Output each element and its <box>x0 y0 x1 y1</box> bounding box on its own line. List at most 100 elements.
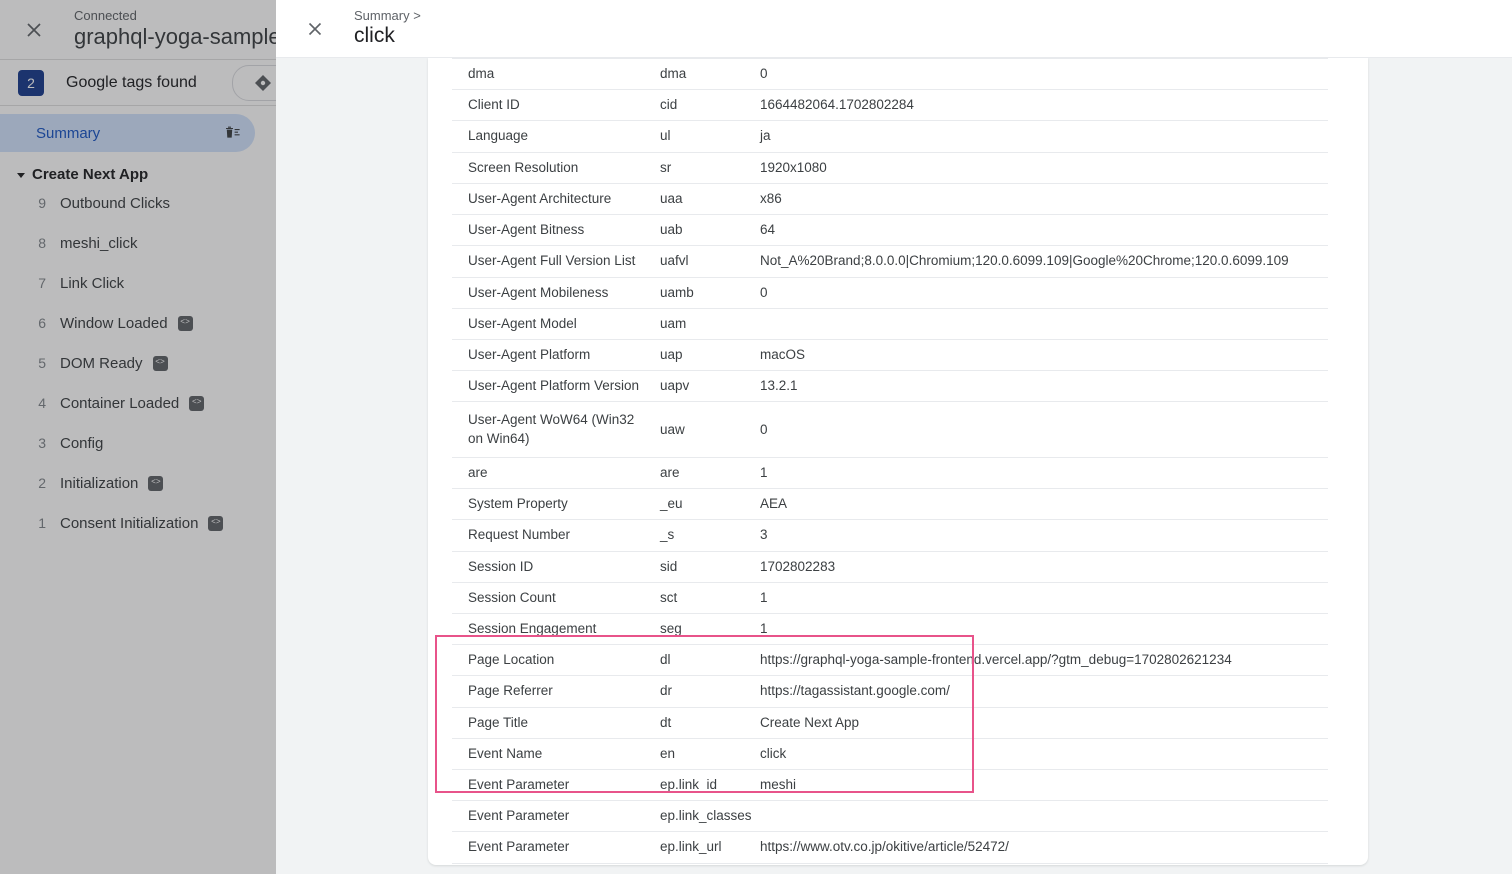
param-name: dma <box>452 59 652 90</box>
hit-detail-scroll-region[interactable]: dma dma 0 Client ID cid 1664482064.17028… <box>428 58 1368 865</box>
table-row: User-Agent Model uam <box>452 308 1328 339</box>
param-value: x86 <box>752 183 1328 214</box>
param-value <box>752 801 1328 832</box>
close-icon <box>306 20 324 38</box>
param-value: meshi <box>752 770 1328 801</box>
hit-parameters-table-body: dma dma 0 Client ID cid 1664482064.17028… <box>452 59 1328 866</box>
modal-close-button[interactable] <box>298 12 332 46</box>
param-name: System Property <box>452 489 652 520</box>
param-value: Not_A%20Brand;8.0.0.0|Chromium;120.0.609… <box>752 246 1328 277</box>
param-value: https://tagassistant.google.com/ <box>752 676 1328 707</box>
param-key: uapv <box>652 371 752 402</box>
param-key: ul <box>652 121 752 152</box>
table-row: Screen Resolution sr 1920x1080 <box>452 152 1328 183</box>
param-key: ep.link_url <box>652 832 752 863</box>
param-name: User-Agent Model <box>452 308 652 339</box>
param-value <box>752 308 1328 339</box>
table-row-highlighted: Event Name en click <box>452 738 1328 769</box>
table-row: User-Agent Full Version List uafvl Not_A… <box>452 246 1328 277</box>
param-value: ja <box>752 121 1328 152</box>
param-key: seg <box>652 613 752 644</box>
table-row: Language ul ja <box>452 121 1328 152</box>
param-value: click <box>752 738 1328 769</box>
table-row: Page Referrer dr https://tagassistant.go… <box>452 676 1328 707</box>
param-name: Event Parameter <box>452 801 652 832</box>
param-key: sid <box>652 551 752 582</box>
param-name: Session Count <box>452 582 652 613</box>
hit-detail-modal: Summary > click dma dma 0 Client ID cid <box>276 0 1512 874</box>
table-row: User-Agent Architecture uaa x86 <box>452 183 1328 214</box>
breadcrumb-parent[interactable]: Summary > <box>354 9 421 24</box>
param-name: Session Engagement <box>452 613 652 644</box>
param-key: dl <box>652 645 752 676</box>
table-row: Page Location dl https://graphql-yoga-sa… <box>452 645 1328 676</box>
param-name: Session ID <box>452 551 652 582</box>
param-key: are <box>652 457 752 488</box>
param-value: 0 <box>752 59 1328 90</box>
param-value: macOS <box>752 339 1328 370</box>
param-name: Language <box>452 121 652 152</box>
param-key: uaw <box>652 402 752 457</box>
table-row-highlighted: Event Parameter ep.link_id meshi <box>452 770 1328 801</box>
table-row-highlighted: Event Parameter ep.link_domain otv.co.jp <box>452 863 1328 865</box>
param-key: en <box>652 738 752 769</box>
param-value: 0 <box>752 277 1328 308</box>
param-name: Request Number <box>452 520 652 551</box>
breadcrumb: Summary > click <box>354 9 421 47</box>
param-key: cid <box>652 90 752 121</box>
table-row: Session Engagement seg 1 <box>452 613 1328 644</box>
param-value: 1702802283 <box>752 551 1328 582</box>
param-value: 0 <box>752 402 1328 457</box>
param-key: uam <box>652 308 752 339</box>
param-key: ep.link_domain <box>652 863 752 865</box>
table-row-highlighted: Event Parameter ep.link_url https://www.… <box>452 832 1328 863</box>
param-value: 13.2.1 <box>752 371 1328 402</box>
param-name: User-Agent Architecture <box>452 183 652 214</box>
param-key: dr <box>652 676 752 707</box>
param-name: User-Agent Bitness <box>452 215 652 246</box>
param-value: https://www.otv.co.jp/okitive/article/52… <box>752 832 1328 863</box>
param-value: otv.co.jp <box>752 863 1328 865</box>
param-value: 1920x1080 <box>752 152 1328 183</box>
table-row: User-Agent Platform uap macOS <box>452 339 1328 370</box>
param-key: dma <box>652 59 752 90</box>
param-value: 3 <box>752 520 1328 551</box>
param-name: Screen Resolution <box>452 152 652 183</box>
param-key: dt <box>652 707 752 738</box>
modal-body: dma dma 0 Client ID cid 1664482064.17028… <box>276 58 1512 874</box>
param-value: Create Next App <box>752 707 1328 738</box>
param-key: _eu <box>652 489 752 520</box>
param-value: 1664482064.1702802284 <box>752 90 1328 121</box>
param-value: https://graphql-yoga-sample-frontend.ver… <box>752 645 1328 676</box>
hit-parameters-table: dma dma 0 Client ID cid 1664482064.17028… <box>452 58 1328 865</box>
table-row-highlighted: Event Parameter ep.link_classes <box>452 801 1328 832</box>
param-name: Page Title <box>452 707 652 738</box>
page-title: click <box>354 24 421 48</box>
param-key: _s <box>652 520 752 551</box>
table-row: dma dma 0 <box>452 59 1328 90</box>
param-name: User-Agent Platform <box>452 339 652 370</box>
param-name: are <box>452 457 652 488</box>
param-key: sr <box>652 152 752 183</box>
param-key: ep.link_classes <box>652 801 752 832</box>
param-name: Page Referrer <box>452 676 652 707</box>
table-row: Request Number _s 3 <box>452 520 1328 551</box>
param-name: User-Agent Full Version List <box>452 246 652 277</box>
param-key: uamb <box>652 277 752 308</box>
param-name: User-Agent WoW64 (Win32 on Win64) <box>452 402 652 457</box>
table-row: User-Agent WoW64 (Win32 on Win64) uaw 0 <box>452 402 1328 457</box>
table-row: User-Agent Mobileness uamb 0 <box>452 277 1328 308</box>
param-key: uap <box>652 339 752 370</box>
modal-header: Summary > click <box>276 0 1512 58</box>
table-row: System Property _eu AEA <box>452 489 1328 520</box>
table-row: Page Title dt Create Next App <box>452 707 1328 738</box>
param-name: Event Parameter <box>452 770 652 801</box>
param-key: sct <box>652 582 752 613</box>
param-value: 1 <box>752 582 1328 613</box>
param-key: uab <box>652 215 752 246</box>
param-name: User-Agent Mobileness <box>452 277 652 308</box>
param-value: AEA <box>752 489 1328 520</box>
param-key: uafvl <box>652 246 752 277</box>
table-row: User-Agent Platform Version uapv 13.2.1 <box>452 371 1328 402</box>
param-key: uaa <box>652 183 752 214</box>
